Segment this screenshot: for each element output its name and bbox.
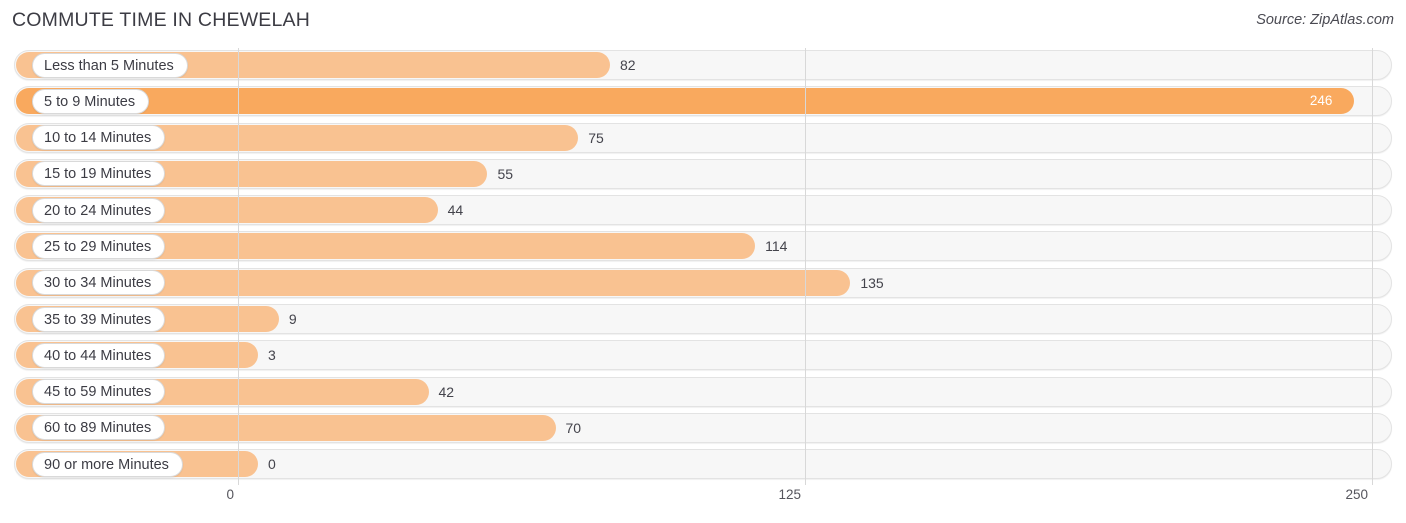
bar-row[interactable]: 135 30 to 34 Minutes bbox=[0, 266, 1406, 302]
category-label[interactable]: 15 to 19 Minutes bbox=[32, 161, 166, 187]
bar-row[interactable]: 82 Less than 5 Minutes bbox=[0, 48, 1406, 84]
bar-row[interactable]: 44 20 to 24 Minutes bbox=[0, 193, 1406, 229]
category-label[interactable]: 5 to 9 Minutes bbox=[32, 88, 150, 114]
category-label[interactable]: 45 to 59 Minutes bbox=[32, 379, 166, 405]
bar-row[interactable]: 3 40 to 44 Minutes bbox=[0, 338, 1406, 374]
source-attribution: Source: ZipAtlas.com bbox=[1256, 12, 1394, 28]
bar-row[interactable]: 42 45 to 59 Minutes bbox=[0, 375, 1406, 411]
category-label[interactable]: 10 to 14 Minutes bbox=[32, 125, 166, 151]
bar-value-label: 114 bbox=[765, 238, 788, 255]
axis-tick-label: 250 bbox=[1345, 487, 1368, 502]
bar-value-label: 82 bbox=[619, 57, 636, 73]
bar-value-label: 135 bbox=[860, 274, 884, 291]
bar[interactable] bbox=[16, 88, 1354, 115]
bar-value-label: 0 bbox=[268, 456, 276, 473]
axis-tick-label: 125 bbox=[778, 487, 801, 502]
bar-row[interactable]: 246 5 to 9 Minutes bbox=[0, 84, 1406, 120]
plot-area: 82 Less than 5 Minutes 246 5 to 9 Minutes 75… bbox=[0, 48, 1406, 485]
bar-value-label: 70 bbox=[565, 419, 582, 436]
category-label[interactable]: 90 or more Minutes bbox=[32, 451, 183, 477]
bar-row[interactable]: 0 90 or more Minutes bbox=[0, 447, 1406, 483]
bar-value-label: 44 bbox=[447, 202, 464, 219]
bar-row[interactable]: 9 35 to 39 Minutes bbox=[0, 302, 1406, 338]
category-label[interactable]: 60 to 89 Minutes bbox=[32, 415, 166, 441]
category-label[interactable]: 30 to 34 Minutes bbox=[32, 270, 166, 296]
chart-root: COMMUTE TIME IN CHEWELAH Source: ZipAtla… bbox=[0, 0, 1406, 523]
bar-row[interactable]: 55 15 to 19 Minutes bbox=[0, 157, 1406, 193]
page-title: COMMUTE TIME IN CHEWELAH bbox=[12, 9, 311, 31]
bar-value-label: 42 bbox=[438, 383, 455, 400]
category-label[interactable]: 35 to 39 Minutes bbox=[32, 306, 166, 332]
category-label[interactable]: 25 to 29 Minutes bbox=[32, 233, 166, 259]
x-axis: 0 125 250 bbox=[0, 487, 1406, 511]
category-label[interactable]: 20 to 24 Minutes bbox=[32, 197, 166, 223]
bar-value-label: 246 bbox=[1309, 93, 1333, 109]
bar-row[interactable]: 114 25 to 29 Minutes bbox=[0, 229, 1406, 265]
axis-tick-label: 0 bbox=[226, 487, 234, 502]
bar-row[interactable]: 75 10 to 14 Minutes bbox=[0, 121, 1406, 157]
bar-value-label: 55 bbox=[497, 165, 514, 182]
bar-value-label: 3 bbox=[268, 347, 276, 364]
category-label[interactable]: Less than 5 Minutes bbox=[32, 52, 188, 78]
bar-rows: 82 Less than 5 Minutes 246 5 to 9 Minutes 75… bbox=[0, 48, 1406, 484]
bar-value-label: 75 bbox=[588, 129, 604, 146]
category-label[interactable]: 40 to 44 Minutes bbox=[32, 342, 166, 368]
bar-row[interactable]: 70 60 to 89 Minutes bbox=[0, 411, 1406, 447]
bar-value-label: 9 bbox=[288, 311, 297, 328]
